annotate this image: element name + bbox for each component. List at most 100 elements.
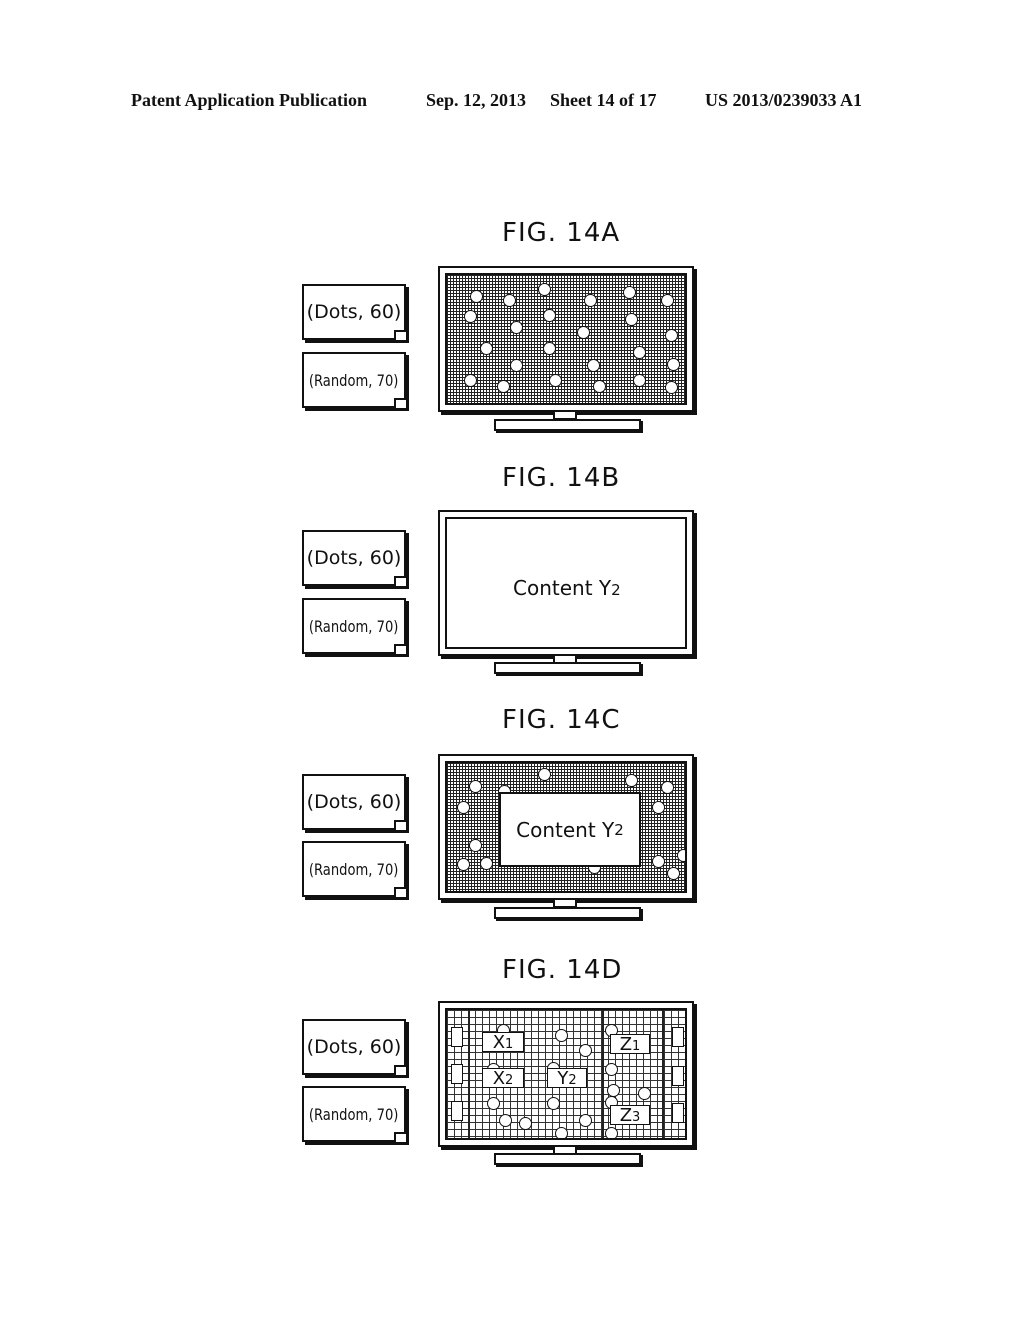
content-screen: Content Y2 [445, 517, 687, 649]
dots-pattern-screen: Content Y2 [445, 761, 687, 893]
dot-marker [555, 1029, 568, 1042]
card-label: (Random, 70) [309, 1104, 399, 1124]
dot-marker [480, 857, 493, 870]
display-14d: X1 X2 Y2 Z1 Z3 [438, 1001, 694, 1147]
page-fold-icon [394, 887, 406, 897]
display-stand-base [494, 419, 641, 431]
dot-marker [499, 1114, 512, 1127]
publication-date: Sep. 12, 2013 [426, 90, 527, 110]
divider-line [662, 1010, 664, 1138]
display-stand-base [494, 907, 641, 919]
page-fold-icon [394, 330, 406, 340]
dot-marker [607, 1084, 620, 1097]
dot-marker [464, 374, 477, 387]
dots-card: (Dots, 60) [302, 774, 406, 830]
figure-title-14a: FIG. 14A [502, 218, 621, 248]
dot-marker [577, 326, 590, 339]
content-label: Content Y2 [513, 576, 621, 600]
dot-marker [665, 329, 678, 342]
dot-marker [519, 1117, 532, 1130]
dot-marker [487, 1097, 500, 1110]
card-label: (Random, 70) [309, 616, 399, 636]
patent-number: US 2013/0239033 A1 [705, 90, 863, 110]
side-window [451, 1064, 463, 1084]
dot-marker [625, 313, 638, 326]
random-card: (Random, 70) [302, 352, 406, 408]
dot-marker [543, 342, 556, 355]
dot-marker [480, 342, 493, 355]
dot-marker [652, 855, 665, 868]
divider-line [468, 1010, 470, 1138]
figure-title-14b: FIG. 14B [502, 463, 621, 493]
dot-marker [457, 801, 470, 814]
card-label: (Random, 70) [309, 370, 399, 390]
display-14a [438, 266, 694, 412]
dot-marker [652, 801, 665, 814]
dot-marker [547, 1097, 560, 1110]
dot-marker [470, 290, 483, 303]
tag-x1: X1 [482, 1032, 524, 1053]
dot-marker [503, 294, 516, 307]
tag-x2: X2 [482, 1068, 524, 1089]
page-fold-icon [394, 398, 406, 408]
dot-marker [633, 346, 646, 359]
tag-y2: Y2 [547, 1068, 587, 1089]
figure-title-14d: FIG. 14D [502, 955, 623, 985]
random-card: (Random, 70) [302, 841, 406, 897]
tag-z1: Z1 [610, 1034, 650, 1055]
dot-marker [543, 309, 556, 322]
dot-marker [633, 374, 646, 387]
side-window [451, 1027, 463, 1047]
dot-marker [469, 839, 482, 852]
dot-marker [549, 374, 562, 387]
dot-marker [593, 380, 606, 393]
page-fold-icon [394, 820, 406, 830]
dot-marker [661, 781, 674, 794]
multi-window-screen: X1 X2 Y2 Z1 Z3 [445, 1008, 687, 1140]
dot-marker [665, 381, 678, 394]
page-fold-icon [394, 1132, 406, 1142]
dots-card: (Dots, 60) [302, 1019, 406, 1075]
dots-card: (Dots, 60) [302, 530, 406, 586]
dot-marker [464, 310, 477, 323]
dot-marker [661, 294, 674, 307]
sheet-number: Sheet 14 of 17 [550, 90, 657, 110]
dots-card: (Dots, 60) [302, 284, 406, 340]
dot-marker [538, 768, 551, 781]
publication-label: Patent Application Publication [131, 90, 368, 110]
dot-marker [510, 359, 523, 372]
dot-marker [605, 1127, 618, 1138]
side-window [451, 1101, 463, 1121]
side-window [672, 1103, 684, 1123]
page-fold-icon [394, 1065, 406, 1075]
dots-pattern-screen [445, 273, 687, 405]
card-label: (Random, 70) [309, 859, 399, 879]
card-label: (Dots, 60) [306, 301, 402, 323]
dot-marker [667, 867, 680, 880]
dot-marker [555, 1127, 568, 1138]
dot-marker [457, 858, 470, 871]
divider-line [602, 1010, 604, 1138]
page-fold-icon [394, 576, 406, 586]
dot-marker [510, 321, 523, 334]
dot-marker [584, 294, 597, 307]
dot-marker [579, 1114, 592, 1127]
content-window: Content Y2 [499, 792, 641, 867]
dot-marker [667, 358, 680, 371]
side-window [672, 1027, 684, 1047]
side-window [672, 1066, 684, 1086]
dot-marker [677, 849, 685, 862]
display-14b: Content Y2 [438, 510, 694, 656]
card-label: (Dots, 60) [306, 1036, 402, 1058]
display-stand-base [494, 1153, 641, 1165]
random-card: (Random, 70) [302, 1086, 406, 1142]
dot-marker [623, 286, 636, 299]
dot-marker [538, 283, 551, 296]
card-label: (Dots, 60) [306, 791, 402, 813]
card-label: (Dots, 60) [306, 547, 402, 569]
display-stand-base [494, 662, 641, 674]
page-fold-icon [394, 644, 406, 654]
dot-marker [587, 359, 600, 372]
random-card: (Random, 70) [302, 598, 406, 654]
dot-marker [497, 380, 510, 393]
